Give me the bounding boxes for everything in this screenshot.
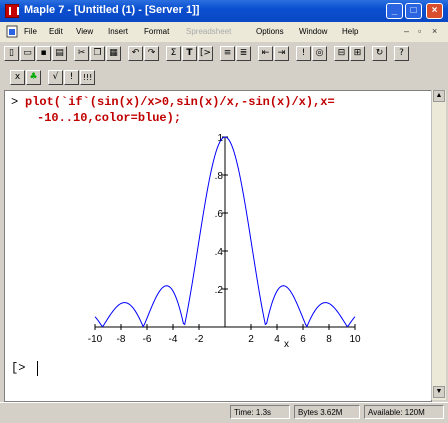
maple-app-icon[interactable] <box>5 4 19 18</box>
sigma-button[interactable]: Σ <box>166 46 181 61</box>
scroll-down-icon[interactable]: ▼ <box>433 386 445 398</box>
text-cursor <box>37 361 38 376</box>
stop-button[interactable]: ◎ <box>312 46 327 61</box>
maple-leaf-button[interactable]: ♣ <box>26 70 41 85</box>
status-bytes: Bytes 3.62M <box>294 405 360 419</box>
menu-view[interactable]: View <box>76 27 93 36</box>
x-tick-label: -10 <box>88 334 103 345</box>
copy-button[interactable]: ❐ <box>90 46 105 61</box>
save-button[interactable]: ▪ <box>36 46 51 61</box>
menu-file[interactable]: File <box>24 27 37 36</box>
y-tick-label: .4 <box>215 247 224 258</box>
x-tick-label: 10 <box>349 334 361 345</box>
menu-insert[interactable]: Insert <box>108 27 128 36</box>
restart-button[interactable]: ↻ <box>372 46 387 61</box>
vertical-scrollbar[interactable]: ▲ ▼ <box>431 90 446 400</box>
new-button[interactable]: ▯ <box>4 46 19 61</box>
mdi-restore-icon[interactable]: ▫ <box>418 26 421 36</box>
x-tick-label: 4 <box>274 334 280 345</box>
ungroup-button[interactable]: ≣ <box>236 46 251 61</box>
menu-window[interactable]: Window <box>299 27 327 36</box>
menu-bar: File Edit View Insert Format Spreadsheet… <box>0 22 448 42</box>
cut-button[interactable]: ✂ <box>74 46 89 61</box>
x-tick-label: -4 <box>169 334 178 345</box>
x-axis-label: x <box>284 339 289 350</box>
y-tick-label: .8 <box>215 171 224 182</box>
x-tick-label: -6 <box>143 334 152 345</box>
close-button[interactable]: × <box>426 3 443 19</box>
worksheet-area[interactable]: > plot(`if`(sin(x)/x>0,sin(x)/x,-sin(x)/… <box>4 90 432 402</box>
status-bar: Time: 1.3s Bytes 3.62M Available: 120M <box>0 402 448 423</box>
group-button[interactable]: ≡ <box>220 46 235 61</box>
status-available: Available: 120M <box>364 405 444 419</box>
enter-button[interactable]: ! <box>296 46 311 61</box>
exclaim-button[interactable]: ! <box>64 70 79 85</box>
insert-math-button[interactable]: [> <box>198 46 213 61</box>
x-tick-label: 2 <box>248 334 254 345</box>
zoom-out-button[interactable]: ⊟ <box>334 46 349 61</box>
menu-edit[interactable]: Edit <box>49 27 63 36</box>
main-toolbar: ▯ ▭ ▪ ▤ ✂ ❐ ▦ ↶ ↷ Σ T [> ≡ ≣ ⇤ ⇥ ! ◎ ⊟ ⊞… <box>0 42 448 66</box>
context-toolbar: x ♣ √ ! !!! <box>0 66 448 90</box>
menu-spreadsheet[interactable]: Spreadsheet <box>186 27 231 36</box>
maximize-button[interactable]: □ <box>405 3 422 19</box>
zoom-in-button[interactable]: ⊞ <box>350 46 365 61</box>
mdi-minimize-icon[interactable]: – <box>404 26 409 36</box>
paste-button[interactable]: ▦ <box>106 46 121 61</box>
text-button[interactable]: T <box>182 46 197 61</box>
menu-format[interactable]: Format <box>144 27 169 36</box>
indent-button[interactable]: ⇤ <box>258 46 273 61</box>
empty-prompt[interactable]: [> <box>11 361 25 375</box>
command-prompt: > <box>11 95 19 109</box>
minimize-button[interactable]: _ <box>386 3 403 19</box>
document-icon[interactable] <box>6 25 18 38</box>
x-tick-label: 8 <box>326 334 332 345</box>
undo-button[interactable]: ↶ <box>128 46 143 61</box>
status-time: Time: 1.3s <box>230 405 290 419</box>
x-tick-label: 6 <box>300 334 306 345</box>
x-tick-label: -2 <box>195 334 204 345</box>
print-button[interactable]: ▤ <box>52 46 67 61</box>
command-line-1[interactable]: plot(`if`(sin(x)/x>0,sin(x)/x,-sin(x)/x)… <box>25 95 335 109</box>
mdi-close-icon[interactable]: × <box>432 26 437 36</box>
plot-area[interactable]: -10 -8 -6 -4 -2 2 4 6 8 101.8.6.4.2 x <box>75 129 375 354</box>
title-bar: Maple 7 - [Untitled (1) - [Server 1]] _ … <box>0 0 448 22</box>
scroll-up-icon[interactable]: ▲ <box>433 90 445 102</box>
menu-help[interactable]: Help <box>342 27 358 36</box>
plot-axes: -10 -8 -6 -4 -2 2 4 6 8 101.8.6.4.2 <box>88 133 361 345</box>
command-line-2[interactable]: -10..10,color=blue); <box>37 111 181 125</box>
y-tick-label: .2 <box>215 285 224 296</box>
v-toggle-button[interactable]: √ <box>48 70 63 85</box>
y-tick-label: .6 <box>215 209 224 220</box>
outdent-button[interactable]: ⇥ <box>274 46 289 61</box>
open-button[interactable]: ▭ <box>20 46 35 61</box>
x-symbol-button[interactable]: x <box>10 70 25 85</box>
redo-button[interactable]: ↷ <box>144 46 159 61</box>
triple-exclaim-button[interactable]: !!! <box>80 70 95 85</box>
x-tick-label: -8 <box>117 334 126 345</box>
window-title: Maple 7 - [Untitled (1) - [Server 1]] <box>24 4 200 16</box>
help-button[interactable]: ? <box>394 46 409 61</box>
menu-options[interactable]: Options <box>256 27 284 36</box>
